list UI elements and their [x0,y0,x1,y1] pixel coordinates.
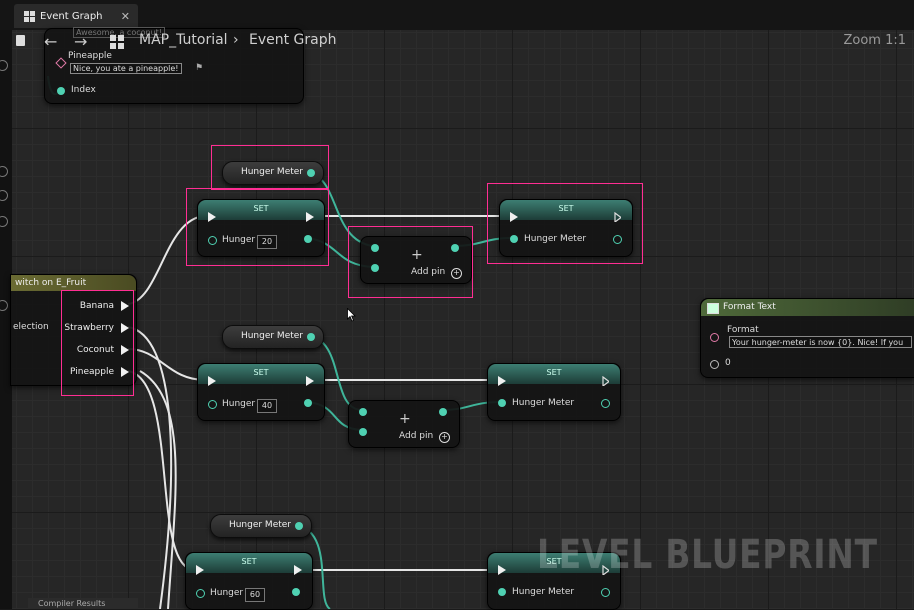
string-pin-icon[interactable] [710,333,719,342]
mouse-cursor [347,308,356,322]
hunger-meter-getter-2[interactable]: Hunger Meter [222,325,324,349]
hunger-meter-input-pin[interactable] [498,399,506,407]
index-pin[interactable] [57,87,65,95]
variable-label: Hunger Meter [228,520,291,530]
exec-out-pin[interactable] [294,565,302,575]
set-header: SET [488,364,620,384]
close-icon[interactable]: ✕ [121,10,130,23]
function-icon [707,303,719,314]
hunger-label: Hunger [210,588,244,598]
exec-out-pin[interactable] [602,376,609,386]
highlight-box-getter [211,145,329,190]
hunger-input-pin[interactable] [208,400,217,409]
highlight-box-switch-outputs [61,290,134,396]
highlight-box-add [348,226,473,298]
set-hunger-node-2[interactable]: SET Hunger 40 [197,363,325,421]
exec-in-pin[interactable] [498,565,506,575]
zoom-level: Zoom 1:1 [843,33,906,48]
hunger-value-field[interactable]: 60 [245,588,265,602]
format-text-node[interactable]: Format Text Format Your hunger-meter is … [700,298,914,378]
switch-header: witch on E_Fruit [11,275,136,291]
pin-knob [0,166,8,177]
switch-title: witch on E_Fruit [15,278,87,288]
add-input-pin-b[interactable] [359,428,367,436]
hunger-output-pin[interactable] [304,399,312,407]
exec-in-pin[interactable] [196,565,204,575]
add-pin-label[interactable]: Add pin [399,431,433,441]
home-icon[interactable] [16,35,25,46]
graph-icon [24,10,35,22]
hunger-input-pin[interactable] [196,589,205,598]
level-blueprint-watermark: LEVEL BLUEPRINT [537,532,878,578]
hunger-meter-output-pin[interactable] [601,399,610,408]
output-pin[interactable] [295,522,303,530]
format-label: Format [727,325,759,335]
variable-label: Hunger Meter [240,331,303,341]
add-input-pin-a[interactable] [359,408,367,416]
breadcrumb-map[interactable]: MAP_Tutorial [139,32,228,48]
hunger-value-field[interactable]: 40 [257,399,277,413]
exec-wire [127,348,206,381]
breadcrumb-graph[interactable]: Event Graph [249,32,337,48]
set-hunger-node-3[interactable]: SET Hunger 60 [185,552,313,610]
flag-icon: ⚑ [195,63,204,73]
pin-knob [0,60,8,71]
set-hunger-meter-node-2[interactable]: SET Hunger Meter [487,363,621,421]
graph-breadcrumb-icon [110,35,124,49]
back-button[interactable]: ← [44,32,57,51]
plus-icon: + [399,411,411,427]
tab-label: Event Graph [40,10,103,22]
add-pin-icon[interactable]: + [439,432,450,443]
pin-knob [0,190,8,201]
hunger-meter-label: Hunger Meter [512,587,575,597]
exec-in-pin[interactable] [208,376,216,386]
hunger-meter-getter-3[interactable]: Hunger Meter [210,514,312,538]
hunger-meter-output-pin[interactable] [601,588,610,597]
exec-wire [127,370,196,571]
hunger-output-pin[interactable] [292,588,300,596]
string-pin-icon [55,57,67,69]
exec-out-pin[interactable] [306,376,314,386]
highlight-box-set-meter [487,183,643,264]
highlight-box-set [186,188,329,266]
breadcrumb-separator: › [233,32,239,48]
forward-button[interactable]: → [74,32,87,51]
output-pin[interactable] [307,333,315,341]
format-text-title: Format Text [723,302,776,312]
compiler-results-tab[interactable]: Compiler Results [28,598,138,609]
pin-knob [0,216,8,227]
format-text-header: Format Text [701,299,914,316]
switch-selection-label: election [13,322,49,332]
arg-pin[interactable] [710,360,719,369]
hunger-meter-input-pin[interactable] [498,588,506,596]
arg-label: 0 [725,358,731,368]
hunger-label: Hunger [222,399,256,409]
pineapple-value-box[interactable]: Nice, you ate a pineapple! [70,63,182,74]
add-output-pin[interactable] [439,408,447,416]
exec-in-pin[interactable] [498,376,506,386]
tab-event-graph[interactable]: Event Graph ✕ [14,4,138,28]
add-node-2[interactable]: + Add pin + [348,400,460,448]
tab-bar: Event Graph ✕ [0,0,914,30]
hunger-meter-label: Hunger Meter [512,398,575,408]
index-label: Index [71,85,96,95]
format-value-box[interactable]: Your hunger-meter is now {0}. Nice! If y… [729,336,912,348]
graph-toolbar: ← → MAP_Tutorial › Event Graph Zoom 1:1 [0,30,914,54]
pin-knob [0,300,8,311]
